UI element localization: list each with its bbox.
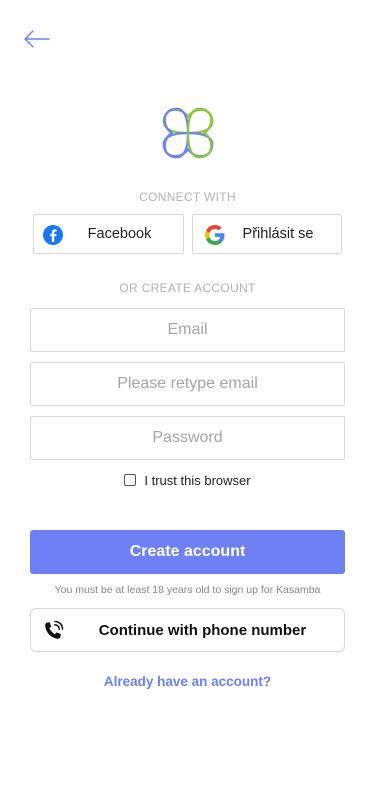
trust-browser-label: I trust this browser <box>144 472 251 488</box>
google-icon <box>205 225 225 245</box>
trust-browser-checkbox[interactable] <box>124 474 137 486</box>
already-have-account-link[interactable]: Already have an account? <box>0 674 375 689</box>
arrow-left-icon <box>24 30 50 48</box>
connect-with-caption: CONNECT WITH <box>139 190 236 204</box>
email-field[interactable] <box>30 308 345 352</box>
create-account-button[interactable]: Create account <box>30 530 345 574</box>
age-requirement-note: You must be at least 18 years old to sig… <box>54 584 321 596</box>
create-account-caption: OR CREATE ACCOUNT <box>119 281 256 295</box>
facebook-icon <box>43 225 63 245</box>
back-button[interactable] <box>20 26 52 52</box>
retype-email-field[interactable] <box>30 362 345 406</box>
facebook-login-button[interactable]: Facebook <box>33 214 184 254</box>
kasamba-logo-icon <box>156 101 220 165</box>
google-login-button[interactable]: Přihlásit se <box>192 214 342 254</box>
phone-icon <box>45 620 64 639</box>
phone-login-button[interactable]: Continue with phone number <box>30 608 345 652</box>
phone-login-label: Continue with phone number <box>98 621 307 639</box>
password-field[interactable] <box>30 416 345 460</box>
trust-browser-row: I trust this browser <box>0 470 375 490</box>
